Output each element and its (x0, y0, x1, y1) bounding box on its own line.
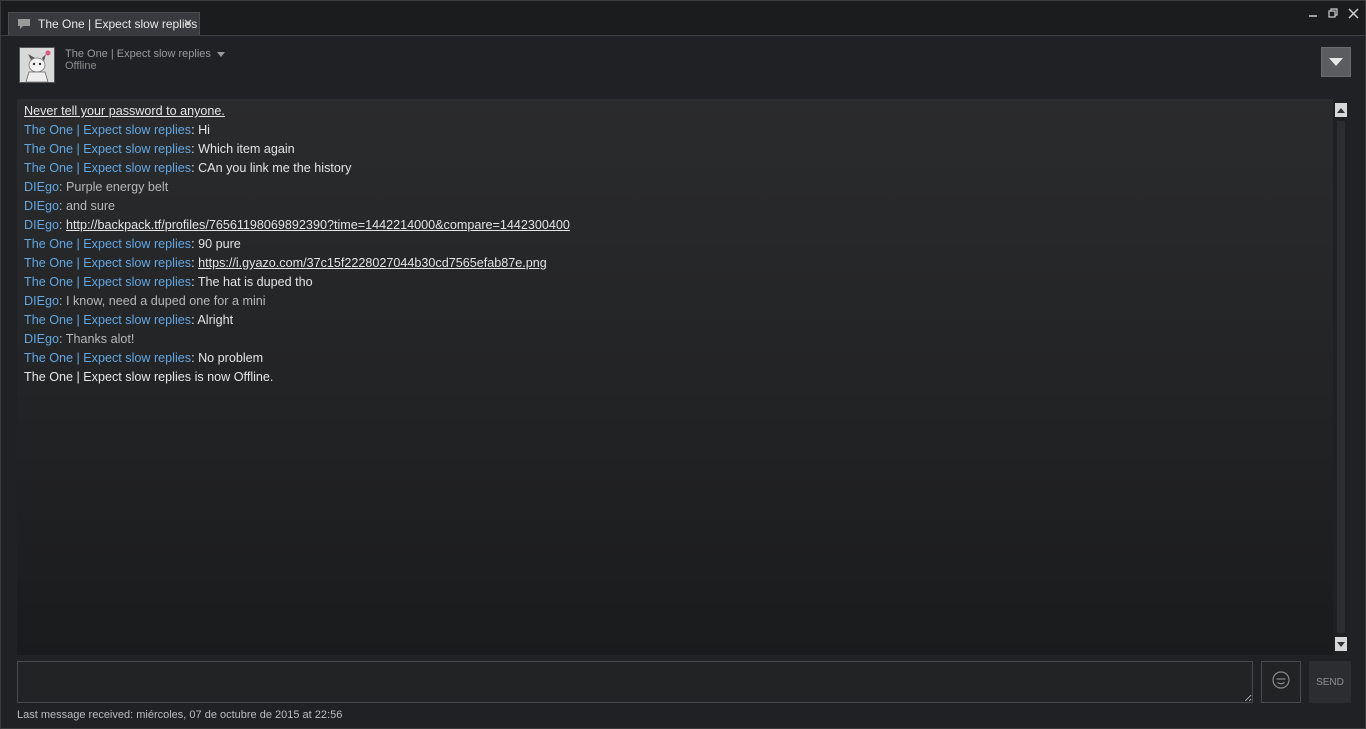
message-sender[interactable]: DIEgo (24, 180, 59, 194)
close-tab-icon[interactable] (181, 16, 195, 30)
chat-tab[interactable]: The One | Expect slow replies (8, 12, 200, 35)
friend-name-dropdown[interactable]: The One | Expect slow replies (65, 48, 225, 60)
friend-status: Offline (65, 60, 97, 72)
message-sender[interactable]: The One | Expect slow replies (24, 275, 191, 289)
message-text: and sure (66, 199, 116, 213)
chat-window: The One | Expect slow replies The One | … (0, 0, 1366, 729)
message-text: The hat is duped tho (197, 275, 313, 289)
message-input[interactable] (17, 661, 1253, 703)
minimize-icon[interactable] (1305, 5, 1321, 21)
message-text: 90 pure (198, 237, 241, 251)
friend-name: The One | Expect slow replies (65, 48, 211, 60)
send-button[interactable]: SEND (1309, 661, 1351, 703)
message-sender[interactable]: DIEgo (24, 199, 59, 213)
chat-message: The One | Expect slow replies: Hi (24, 121, 1326, 140)
window-controls (1305, 5, 1361, 21)
chat-message: DIEgo: I know, need a duped one for a mi… (24, 292, 1326, 311)
message-text: Thanks alot! (65, 332, 135, 346)
message-sender[interactable]: DIEgo (24, 332, 59, 346)
caret-down-icon (216, 50, 225, 58)
restore-icon[interactable] (1325, 5, 1341, 21)
chat-message: DIEgo: http://backpack.tf/profiles/76561… (24, 216, 1326, 235)
message-separator: : (59, 218, 67, 232)
chat-scrollbar[interactable] (1333, 99, 1349, 655)
chat-message: DIEgo: Thanks alot! (24, 330, 1326, 349)
message-text: Which item again (198, 142, 295, 156)
message-sender[interactable]: The One | Expect slow replies (24, 237, 191, 251)
scroll-track[interactable] (1337, 121, 1345, 633)
message-sender[interactable]: The One | Expect slow replies (24, 161, 191, 175)
message-link[interactable]: https://i.gyazo.com/37c15f2228027044b30c… (198, 256, 547, 270)
chat-options-button[interactable] (1321, 47, 1351, 77)
chat-message: The One | Expect slow replies: No proble… (24, 349, 1326, 368)
message-text: Hi (198, 123, 210, 137)
message-separator: : (59, 294, 67, 308)
message-link[interactable]: http://backpack.tf/profiles/765611980698… (66, 218, 570, 232)
chevron-down-icon (1329, 53, 1343, 71)
tab-label: The One | Expect slow replies (38, 17, 198, 31)
friend-header: The One | Expect slow replies Offline (17, 45, 1351, 91)
tab-bar: The One | Expect slow replies (1, 1, 1365, 36)
chat-message: The One | Expect slow replies: https://i… (24, 254, 1326, 273)
last-message-footer: Last message received: miércoles, 07 de … (17, 709, 343, 721)
chat-bubble-icon (15, 16, 33, 32)
close-icon[interactable] (1345, 5, 1361, 21)
message-sender[interactable]: The One | Expect slow replies (24, 142, 191, 156)
chat-message: DIEgo: Purple energy belt (24, 178, 1326, 197)
chat-log: Never tell your password to anyone. The … (17, 99, 1333, 655)
message-sender[interactable]: DIEgo (24, 218, 59, 232)
chat-message: The One | Expect slow replies: Alright (24, 311, 1326, 330)
scroll-down-icon[interactable] (1335, 637, 1347, 651)
chat-message: The One | Expect slow replies: The hat i… (24, 273, 1326, 292)
message-text: I know, need a duped one for a mini (66, 294, 266, 308)
message-text: Alright (197, 313, 234, 327)
message-text: No problem (198, 351, 264, 365)
system-notice: The One | Expect slow replies is now Off… (24, 370, 274, 384)
message-separator: : (59, 332, 66, 346)
message-separator: : (191, 275, 198, 289)
message-separator: : (59, 199, 67, 213)
message-sender[interactable]: The One | Expect slow replies (24, 256, 191, 270)
chat-message: DIEgo: and sure (24, 197, 1326, 216)
password-warning: Never tell your password to anyone. (24, 104, 225, 118)
emoticon-icon (1271, 670, 1291, 695)
chat-message: The One | Expect slow replies: 90 pure (24, 235, 1326, 254)
message-sender[interactable]: DIEgo (24, 294, 59, 308)
message-sender[interactable]: The One | Expect slow replies (24, 123, 191, 137)
message-sender[interactable]: The One | Expect slow replies (24, 313, 191, 327)
emoticon-button[interactable] (1261, 661, 1301, 703)
message-text: Purple energy belt (66, 180, 169, 194)
message-sender[interactable]: The One | Expect slow replies (24, 351, 191, 365)
avatar[interactable] (19, 47, 55, 83)
chat-message: The One | Expect slow replies: Which ite… (24, 140, 1326, 159)
scroll-up-icon[interactable] (1335, 103, 1347, 117)
message-text: CAn you link me the history (198, 161, 352, 175)
message-separator: : (59, 180, 67, 194)
chat-message: The One | Expect slow replies: CAn you l… (24, 159, 1326, 178)
